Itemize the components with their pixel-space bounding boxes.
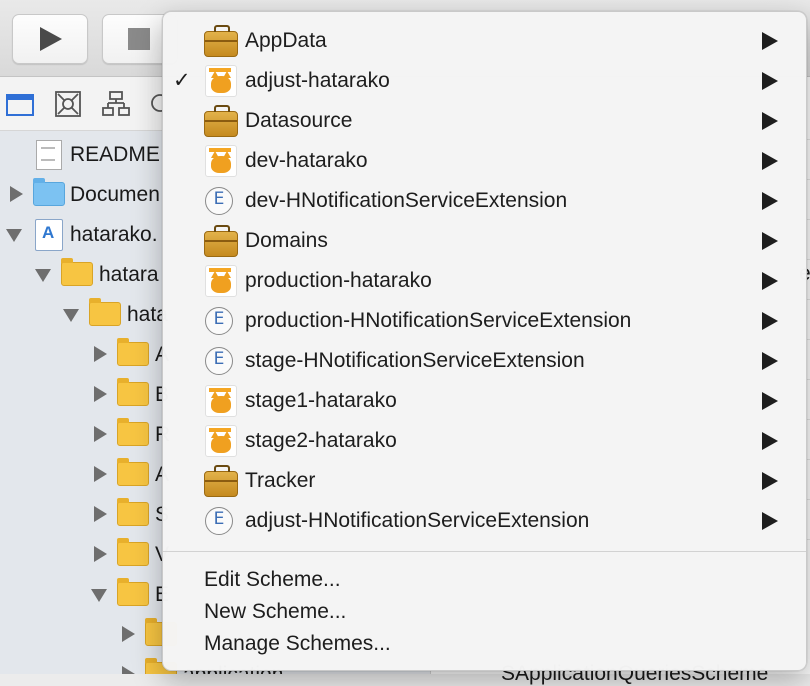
folder-icon (117, 458, 149, 486)
disclosure-triangle-icon[interactable] (94, 426, 107, 442)
submenu-arrow-icon (762, 312, 778, 330)
briefcase-icon (204, 465, 238, 497)
extension-icon: E (205, 347, 233, 375)
blue-folder-icon (33, 178, 65, 206)
scheme-item-datasource[interactable]: Datasource (163, 101, 806, 141)
folder-icon (89, 298, 121, 326)
submenu-arrow-icon (762, 32, 778, 50)
scheme-item-appdata[interactable]: AppData (163, 21, 806, 61)
project-navigator-icon[interactable] (6, 91, 34, 117)
scheme-item-label: AppData (245, 29, 327, 52)
briefcase-icon (204, 105, 238, 137)
scheme-item-label: stage1-hatarako (245, 389, 397, 412)
disclosure-triangle-icon[interactable] (94, 506, 107, 522)
extension-icon: E (205, 307, 233, 335)
scheme-item-adjust-hatarako[interactable]: ✓ adjust-hatarako (163, 61, 806, 101)
folder-icon (117, 418, 149, 446)
source-control-navigator-icon[interactable] (54, 91, 82, 117)
disclosure-triangle-icon[interactable] (122, 666, 135, 674)
submenu-arrow-icon (762, 232, 778, 250)
submenu-arrow-icon (762, 512, 778, 530)
disclosure-triangle-icon[interactable] (94, 546, 107, 562)
scheme-item-label: dev-hatarako (245, 149, 368, 172)
disclosure-triangle-icon[interactable] (94, 346, 107, 362)
scheme-item-label: production-hatarako (245, 269, 432, 292)
scheme-menu: AppData ✓ adjust-hatarako Datasource dev… (162, 11, 807, 671)
submenu-arrow-icon (762, 352, 778, 370)
checkmark-icon: ✓ (173, 69, 191, 92)
briefcase-icon (204, 225, 238, 257)
folder-icon (117, 498, 149, 526)
scheme-item-production-hatarako[interactable]: production-hatarako (163, 261, 806, 301)
scheme-item-label: production-HNotificationServiceExtension (245, 309, 632, 332)
folder-icon (117, 378, 149, 406)
navigator-row-label: hatara (99, 263, 159, 286)
scheme-item-dev-hatarako[interactable]: dev-hatarako (163, 141, 806, 181)
folder-icon (117, 538, 149, 566)
new-scheme-menu-item[interactable]: New Scheme... (163, 597, 806, 629)
scheme-item-production-notification-extension[interactable]: E production-HNotificationServiceExtensi… (163, 301, 806, 341)
scheme-item-label: Datasource (245, 109, 353, 132)
folder-icon (61, 258, 93, 286)
scheme-item-dev-notification-extension[interactable]: E dev-HNotificationServiceExtension (163, 181, 806, 221)
menu-item-label: Edit Scheme... (204, 568, 341, 591)
scheme-item-label: Tracker (245, 469, 316, 492)
app-icon (205, 145, 237, 177)
submenu-arrow-icon (762, 392, 778, 410)
app-icon (205, 385, 237, 417)
submenu-arrow-icon (762, 472, 778, 490)
disclosure-triangle-icon[interactable] (94, 386, 107, 402)
disclosure-triangle-icon[interactable] (94, 466, 107, 482)
scheme-item-stage2-hatarako[interactable]: stage2-hatarako (163, 421, 806, 461)
scheme-item-label: stage2-hatarako (245, 429, 397, 452)
scheme-item-label: adjust-hatarako (245, 69, 390, 92)
menu-separator (163, 551, 806, 552)
folder-icon (117, 578, 149, 606)
submenu-arrow-icon (762, 272, 778, 290)
submenu-arrow-icon (762, 72, 778, 90)
find-navigator-icon[interactable] (148, 91, 162, 117)
submenu-arrow-icon (762, 432, 778, 450)
disclosure-triangle-icon[interactable] (63, 309, 79, 322)
submenu-arrow-icon (762, 152, 778, 170)
document-icon (36, 140, 62, 170)
menu-item-label: New Scheme... (204, 600, 347, 623)
disclosure-triangle-icon[interactable] (91, 589, 107, 602)
scheme-item-adjust-notification-extension[interactable]: E adjust-HNotificationServiceExtension (163, 501, 806, 541)
app-icon (205, 265, 237, 297)
navigator-row-label: hatarako. (70, 223, 158, 246)
menu-item-label: Manage Schemes... (204, 632, 391, 655)
symbol-navigator-icon[interactable] (102, 91, 130, 117)
scheme-item-label: stage-HNotificationServiceExtension (245, 349, 585, 372)
scheme-item-stage-notification-extension[interactable]: E stage-HNotificationServiceExtension (163, 341, 806, 381)
run-button[interactable] (12, 14, 88, 64)
briefcase-icon (204, 25, 238, 57)
disclosure-triangle-icon[interactable] (35, 269, 51, 282)
navigator-row-label: Documen (70, 183, 160, 206)
navigator-row-label: README (70, 143, 160, 166)
scheme-item-label: Domains (245, 229, 328, 252)
extension-icon: E (205, 507, 233, 535)
submenu-arrow-icon (762, 192, 778, 210)
disclosure-triangle-icon[interactable] (122, 626, 135, 642)
folder-icon (117, 338, 149, 366)
xcode-project-icon (35, 219, 63, 251)
scheme-item-domains[interactable]: Domains (163, 221, 806, 261)
scheme-item-stage1-hatarako[interactable]: stage1-hatarako (163, 381, 806, 421)
disclosure-triangle-icon[interactable] (6, 229, 22, 242)
scheme-item-label: dev-HNotificationServiceExtension (245, 189, 568, 212)
manage-schemes-menu-item[interactable]: Manage Schemes... (163, 629, 806, 661)
scheme-item-tracker[interactable]: Tracker (163, 461, 806, 501)
submenu-arrow-icon (762, 112, 778, 130)
extension-icon: E (205, 187, 233, 215)
app-icon (205, 425, 237, 457)
disclosure-triangle-icon[interactable] (10, 186, 23, 202)
edit-scheme-menu-item[interactable]: Edit Scheme... (163, 565, 806, 597)
app-icon (205, 65, 237, 97)
scheme-item-label: adjust-HNotificationServiceExtension (245, 509, 590, 532)
